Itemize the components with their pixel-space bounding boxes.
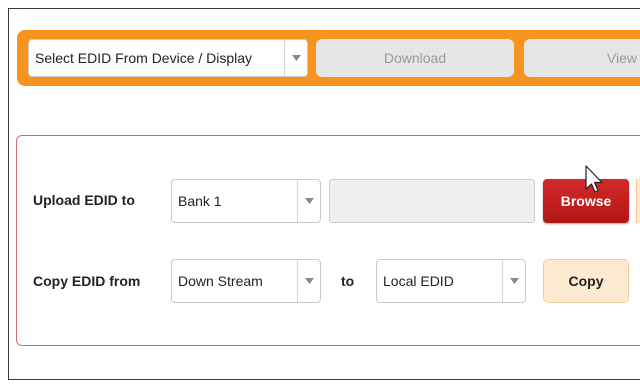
mouse-pointer-icon — [585, 165, 603, 193]
copy-to-value: Local EDID — [383, 273, 454, 289]
chevron-down-icon[interactable] — [502, 260, 525, 302]
chevron-down-icon[interactable] — [297, 180, 320, 222]
copy-edid-label: Copy EDID from — [33, 273, 141, 289]
download-button[interactable]: Download — [316, 39, 514, 77]
to-label: to — [341, 273, 355, 289]
upload-edid-label: Upload EDID to — [33, 192, 135, 208]
upload-bank-value: Bank 1 — [178, 193, 222, 209]
copy-button[interactable]: Copy — [543, 259, 629, 303]
edid-settings-panel — [16, 135, 640, 346]
upload-file-field[interactable] — [329, 179, 535, 223]
edid-source-value: Select EDID From Device / Display — [35, 50, 253, 66]
edid-source-select[interactable]: Select EDID From Device / Display — [28, 39, 308, 77]
copy-from-value: Down Stream — [178, 273, 263, 289]
upload-button-partial[interactable] — [636, 179, 640, 223]
upload-bank-select[interactable]: Bank 1 — [171, 179, 321, 223]
chevron-down-icon[interactable] — [297, 260, 320, 302]
copy-from-select[interactable]: Down Stream — [171, 259, 321, 303]
edid-toolbar: Select EDID From Device / Display Downlo… — [17, 30, 640, 86]
copy-to-select[interactable]: Local EDID — [376, 259, 526, 303]
chevron-down-icon[interactable] — [284, 40, 307, 76]
view-edit-button[interactable]: View / E — [524, 39, 640, 77]
